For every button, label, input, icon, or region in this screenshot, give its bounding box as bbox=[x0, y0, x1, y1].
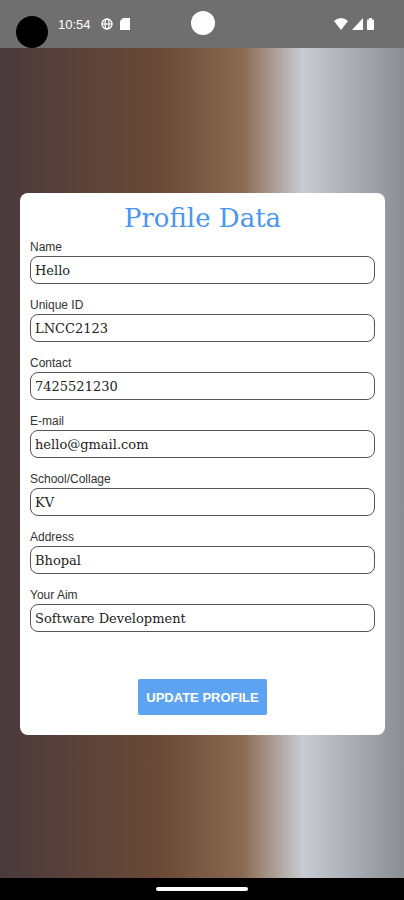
field-label: E-mail bbox=[30, 414, 375, 428]
card-title: Profile Data bbox=[30, 201, 375, 235]
field-label: Name bbox=[30, 240, 375, 254]
field-label: Unique ID bbox=[30, 298, 375, 312]
text-field[interactable]: Bhopal bbox=[30, 546, 375, 574]
text-field[interactable]: 7425521230 bbox=[30, 372, 375, 400]
text-field[interactable]: hello@gmail.com bbox=[30, 430, 375, 458]
home-handle[interactable] bbox=[156, 887, 248, 891]
signal-icon bbox=[352, 18, 363, 30]
battery-icon bbox=[367, 18, 374, 30]
camera-preview: Profile Data Name Hello Unique ID LNCC212… bbox=[0, 48, 404, 878]
field-row: Address Bhopal bbox=[30, 530, 375, 574]
field-row: School/Collage KV bbox=[30, 472, 375, 516]
field-label: Contact bbox=[30, 356, 375, 370]
update-profile-button[interactable]: UPDATE PROFILE bbox=[138, 679, 266, 715]
wifi-icon bbox=[334, 18, 348, 30]
profile-card: Profile Data Name Hello Unique ID LNCC212… bbox=[20, 193, 385, 735]
text-field[interactable]: KV bbox=[30, 488, 375, 516]
field-label: School/Collage bbox=[30, 472, 375, 486]
text-field[interactable]: Software Development bbox=[30, 604, 375, 632]
field-row: Your Aim Software Development bbox=[30, 588, 375, 632]
field-row: Name Hello bbox=[30, 240, 375, 284]
field-label: Address bbox=[30, 530, 375, 544]
text-field[interactable]: LNCC2123 bbox=[30, 314, 375, 342]
camera-cutout bbox=[16, 16, 48, 48]
status-bar: 10:54 bbox=[0, 0, 404, 48]
camera-dot bbox=[191, 11, 215, 35]
field-row: Unique ID LNCC2123 bbox=[30, 298, 375, 342]
field-row: Contact 7425521230 bbox=[30, 356, 375, 400]
text-field[interactable]: Hello bbox=[30, 256, 375, 284]
field-label: Your Aim bbox=[30, 588, 375, 602]
screen: 10:54 Profile Data Name Hello Unique ID L… bbox=[0, 0, 404, 900]
navigation-bar bbox=[0, 878, 404, 900]
sd-card-icon bbox=[120, 18, 130, 30]
field-row: E-mail hello@gmail.com bbox=[30, 414, 375, 458]
globe-icon bbox=[101, 18, 113, 30]
status-time: 10:54 bbox=[58, 17, 91, 32]
